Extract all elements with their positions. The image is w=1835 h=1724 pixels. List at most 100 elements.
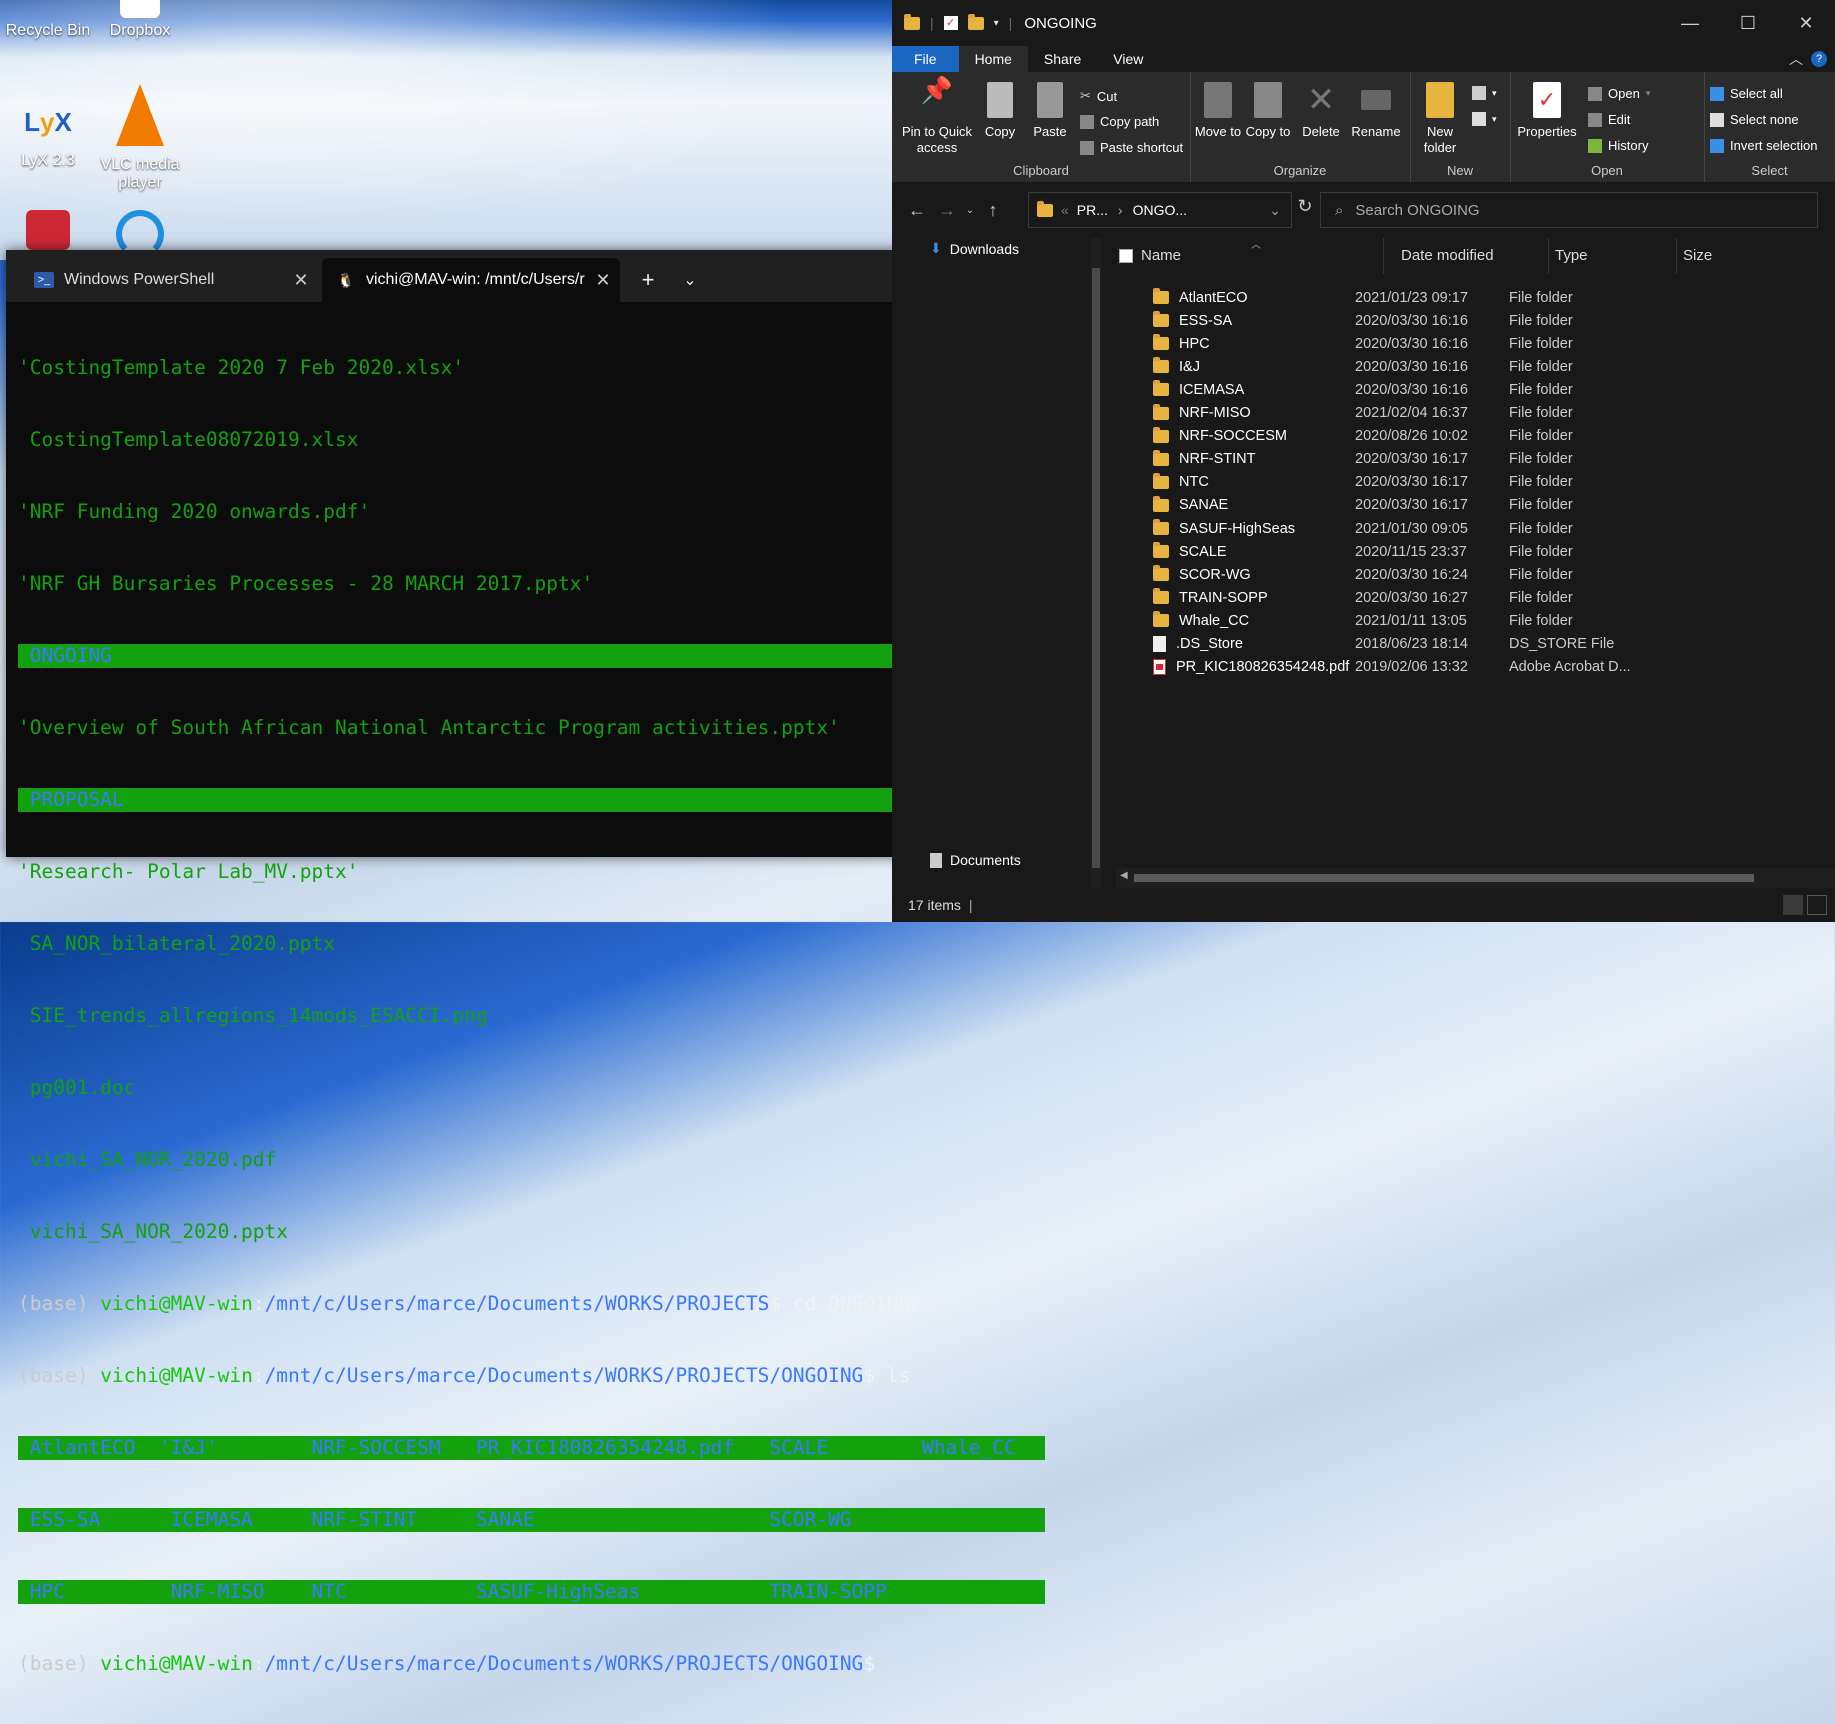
file-type: File folder [1509,612,1573,629]
file-date: 2020/03/30 16:24 [1355,566,1468,583]
file-type: File folder [1509,566,1573,583]
close-tab-icon[interactable]: ✕ [284,270,318,291]
file-type: File folder [1509,451,1573,468]
file-type: File folder [1509,543,1573,560]
search-placeholder: Search ONGOING [1355,201,1480,219]
forward-icon[interactable]: → [932,200,962,221]
maximize-icon[interactable]: ☐ [1719,0,1777,46]
close-tab-icon[interactable]: ✕ [586,270,620,291]
file-date: 2021/01/11 13:05 [1355,612,1467,629]
tab-file[interactable]: File [892,46,959,72]
properties-icon: ✓ [1533,82,1561,118]
close-icon[interactable]: ✕ [1777,0,1835,46]
name-column-header[interactable]: Name ︿ [1103,238,1384,274]
dropbox-icon[interactable]: Dropbox [92,0,188,40]
back-icon[interactable]: ← [902,200,932,221]
ribbon-tabs: File Home Share View ︿ ? [892,46,1835,72]
file-name: PR_KIC180826354248.pdf [1176,659,1350,676]
new-folder-button[interactable]: New folder [1414,82,1466,156]
up-icon[interactable]: ↑ [978,200,1008,221]
copy-path-button[interactable]: Copy path [1080,114,1159,129]
edit-button[interactable]: Edit [1588,112,1630,127]
tab-share[interactable]: Share [1028,46,1097,72]
help-icon[interactable]: ? [1811,51,1827,67]
tab-view[interactable]: View [1097,46,1159,72]
select-none-button[interactable]: Select none [1710,112,1799,127]
new-item-button[interactable]: ▾ [1472,86,1497,100]
tab-powershell[interactable]: >_ Windows PowerShell ✕ [20,258,318,302]
large-icons-view-icon[interactable] [1807,895,1827,915]
address-box[interactable]: « PR... › ONGO... ⌄ [1028,192,1292,228]
pin-quick-access-button[interactable]: 📌 Pin to Quick access [898,77,976,156]
file-date: 2020/03/30 16:17 [1355,474,1468,491]
breadcrumb-parent[interactable]: PR... [1077,202,1108,218]
rename-button[interactable]: Rename [1348,82,1404,140]
select-all-checkbox[interactable] [1119,249,1133,263]
dropdown-chevron-icon[interactable]: ⌄ [668,258,712,302]
copy-button[interactable]: Copy [978,82,1022,140]
file-type: Adobe Acrobat D... [1509,659,1631,676]
lyx-icon[interactable]: LyX LyX 2.3 [0,96,96,170]
folder-icon [1153,380,1169,397]
breadcrumb-separator-icon: › [1117,202,1123,218]
ls-output-row: ESS-SA ICEMASA NRF-STINT SANAE SCOR-WG [18,1508,1045,1532]
easy-access-button[interactable]: ▾ [1472,112,1497,126]
file-date: 2020/03/30 16:27 [1355,589,1468,606]
column-header-row: Name ︿ Date modified Type Size [1103,238,1835,274]
paste-button[interactable]: Paste [1026,82,1074,140]
file-type: File folder [1509,428,1573,445]
new-folder-icon[interactable] [967,13,984,30]
address-dropdown-icon[interactable]: ⌄ [1269,202,1281,219]
invert-selection-button[interactable]: Invert selection [1710,138,1817,153]
folder-icon [1153,426,1169,443]
recycle-bin-icon[interactable]: Recycle Bin [0,0,96,40]
details-view-icon[interactable] [1783,895,1803,915]
file-name: HPC [1179,335,1210,352]
nav-item-downloads[interactable]: ⬇ Downloads [930,240,1019,257]
new-item-icon [1472,86,1486,100]
file-row[interactable]: PR_KIC180826354248.pdf 2019/02/06 13:32 Ad… [1103,654,1835,681]
history-button[interactable]: History [1588,138,1648,153]
file-name: ESS-SA [1179,312,1233,329]
move-to-button[interactable]: Move to [1194,82,1242,140]
address-bar-row: ← → ⌄ ↑ « PR... › ONGO... ⌄ ↻ ⌕ Search O… [892,182,1835,238]
scroll-left-icon[interactable]: ◀ [1120,870,1128,881]
terminal-line: SIE_trends_allregions_14mods_ESACCI.png [18,1004,488,1027]
select-all-button[interactable]: Select all [1710,86,1783,101]
size-column-header[interactable]: Size [1677,238,1797,274]
collapse-ribbon-icon[interactable]: ︿ [1789,46,1811,72]
tab-home[interactable]: Home [958,46,1028,72]
properties-check-icon[interactable]: ✓ [943,16,958,30]
file-name: AtlantECO [1179,289,1248,306]
breadcrumb-current[interactable]: ONGO... [1133,202,1187,218]
file-date: 2020/03/30 16:16 [1355,335,1468,352]
type-column-header[interactable]: Type [1549,238,1677,274]
select-none-icon [1710,112,1724,127]
copy-to-button[interactable]: Copy to [1244,82,1292,140]
nav-scrollbar-thumb[interactable] [1092,268,1100,868]
horizontal-scrollbar-thumb[interactable] [1134,874,1754,882]
paste-shortcut-button[interactable]: Paste shortcut [1080,140,1183,155]
search-box[interactable]: ⌕ Search ONGOING [1320,192,1818,228]
file-icon [1153,636,1166,652]
recycle-bin-label: Recycle Bin [5,22,91,39]
terminal-line: vichi_SA_NOR_2020.pptx [18,1220,289,1243]
nav-item-documents[interactable]: Documents [930,852,1021,868]
overflow-chevron-icon[interactable]: « [1061,202,1069,218]
zotero-icon[interactable] [0,210,96,254]
properties-button[interactable]: ✓ Properties [1514,82,1580,140]
delete-button[interactable]: ✕ Delete [1296,82,1346,140]
vlc-icon[interactable]: VLC media player [92,84,188,192]
refresh-icon[interactable]: ↻ [1290,196,1320,217]
date-column-header[interactable]: Date modified [1395,238,1549,274]
new-tab-icon[interactable]: + [626,258,670,302]
cut-button[interactable]: ✂ Cut [1080,88,1117,104]
horizontal-scrollbar[interactable]: ◀ [1116,868,1835,888]
file-name: SASUF-HighSeas [1179,520,1296,537]
customize-chevron-icon[interactable]: ▾ [994,18,999,29]
minimize-icon[interactable]: — [1661,0,1719,46]
tab-wsl[interactable]: 🐧 vichi@MAV-win: /mnt/c/Users/r ✕ [322,258,620,302]
recent-chevron-icon[interactable]: ⌄ [962,205,978,216]
copy-path-icon [1080,114,1094,129]
open-button[interactable]: Open ▾ [1588,86,1650,101]
